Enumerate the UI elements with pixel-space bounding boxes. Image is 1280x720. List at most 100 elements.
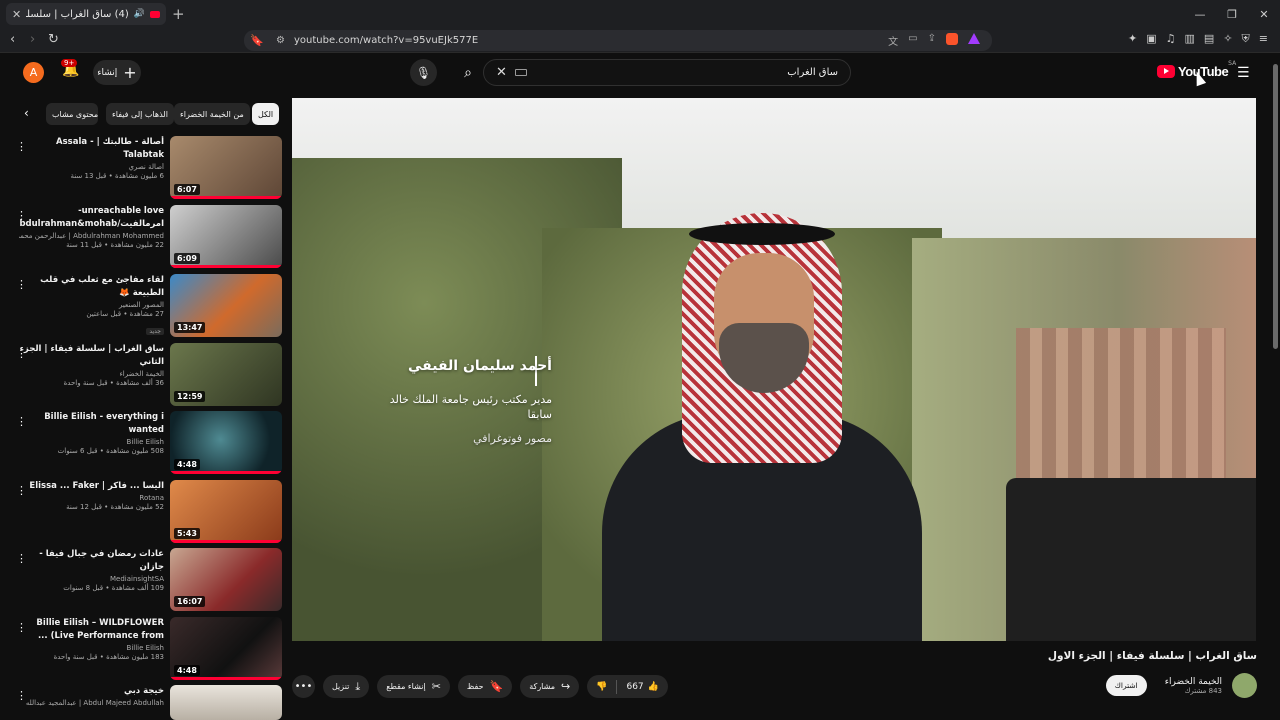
chip-all[interactable]: الكل bbox=[252, 103, 280, 125]
list-item[interactable]: ⋮ Billie Eilish – WILDFLOWER (Live Perfo… bbox=[10, 617, 282, 681]
channel-name[interactable]: Billie Eilish bbox=[19, 644, 164, 652]
music-icon[interactable]: ♫ bbox=[1166, 32, 1176, 46]
download-button[interactable]: تنزيل ⤓ bbox=[323, 675, 370, 698]
extensions-icon[interactable]: ✦ bbox=[1128, 32, 1137, 46]
channel-name[interactable]: Rotana bbox=[19, 494, 164, 502]
search-icon[interactable]: ⌕ bbox=[453, 59, 483, 86]
chevron-left-icon[interactable]: ‹ bbox=[24, 106, 29, 120]
translate-icon[interactable]: 文 bbox=[888, 33, 898, 48]
reload-icon[interactable]: ↻ bbox=[48, 32, 59, 47]
subscribe-button[interactable]: اشتراك bbox=[1105, 675, 1147, 696]
avatar[interactable]: A bbox=[23, 62, 44, 83]
video-title[interactable]: خيجة دبي bbox=[19, 685, 164, 698]
channel-name[interactable]: MediainsightSA bbox=[19, 575, 164, 583]
list-item[interactable]: ⋮ اليسا ... فاكر | Elissa ... Faker Rota… bbox=[10, 480, 282, 544]
search-input[interactable] bbox=[532, 67, 838, 78]
video-title[interactable]: لقاء مفاجئ مع ثعلب في قلب الطبيعة 🦊 bbox=[19, 274, 164, 300]
list-item[interactable]: ⋮ أصالة - طالبتك | Assala - Talabtak أصا… bbox=[10, 136, 282, 200]
channel-avatar[interactable] bbox=[1232, 673, 1257, 698]
chip-channel[interactable]: من الخيمة الخضراء bbox=[174, 103, 250, 125]
url-field[interactable]: 🔖 ⚙ youtube.com/watch?v=95vuEJk577E 文 ▭ … bbox=[244, 30, 992, 51]
watch-progress bbox=[170, 471, 282, 474]
bookmark-icon[interactable]: 🔖 bbox=[250, 34, 264, 47]
video-thumbnail[interactable]: 12:59 bbox=[170, 343, 282, 406]
video-meta: 52 مليون مشاهدة • قبل 12 سنة bbox=[66, 503, 164, 511]
watch-progress bbox=[170, 540, 282, 543]
video-thumbnail[interactable]: 6:07 bbox=[170, 136, 282, 199]
clip-button[interactable]: إنشاء مقطع ✂ bbox=[377, 675, 450, 698]
video-thumbnail[interactable]: 6:09 bbox=[170, 205, 282, 268]
watch-progress bbox=[170, 265, 282, 268]
video-title[interactable]: Billie Eilish - everything i wanted bbox=[19, 411, 164, 437]
speaker-icon[interactable]: 🔊 bbox=[134, 9, 145, 19]
new-badge: جديد bbox=[146, 328, 164, 335]
clear-search-icon[interactable]: ✕ bbox=[496, 65, 507, 80]
list-item[interactable]: ⋮ عادات رمضان في جبال فيفا - جازان Media… bbox=[10, 548, 282, 612]
duration-badge: 16:07 bbox=[174, 596, 206, 607]
back-icon[interactable]: ‹ bbox=[10, 32, 15, 47]
share-page-icon[interactable]: ⇪ bbox=[928, 33, 936, 48]
minimize-icon[interactable]: — bbox=[1184, 0, 1216, 28]
save-label: حفظ bbox=[466, 682, 484, 691]
channel-name[interactable]: الخيمة الخضراء bbox=[19, 370, 165, 378]
scrollbar-thumb[interactable] bbox=[1273, 64, 1278, 349]
channel-name[interactable]: المصور الصنعير bbox=[19, 301, 164, 309]
youtube-play-icon bbox=[1157, 65, 1175, 78]
video-title[interactable]: unreachable love- امرمالفيت/abdulrahman&… bbox=[19, 205, 164, 231]
list-item[interactable]: ⋮ ساق الغراب | سلسلة فيفاء | الجزء الثان… bbox=[10, 343, 282, 407]
video-title[interactable]: Billie Eilish – WILDFLOWER (Live Perform… bbox=[19, 617, 164, 643]
video-title[interactable]: ساق الغراب | سلسلة فيفاء | الجزء الثاني bbox=[19, 343, 164, 369]
speaker-name: أحمد سليمان الفيفي bbox=[408, 358, 552, 374]
chip-fifa[interactable]: الذهاب إلى فيفاء bbox=[106, 103, 174, 125]
screenshot-icon[interactable]: ▣ bbox=[1146, 32, 1156, 46]
dislike-button[interactable]: 👎 bbox=[587, 682, 616, 692]
notifications-bell-icon[interactable]: 🔔 9+ bbox=[61, 59, 79, 78]
video-thumbnail[interactable] bbox=[170, 685, 282, 720]
site-info-icon[interactable]: ⚙ bbox=[276, 35, 285, 46]
brave-shields-icon[interactable] bbox=[946, 33, 958, 45]
list-item[interactable]: ⋮ unreachable love- امرمالفيت/abdulrahma… bbox=[10, 205, 282, 269]
video-title[interactable]: عادات رمضان في جبال فيفا - جازان bbox=[19, 548, 164, 574]
channel-name[interactable]: Abdulrahman Mohammed | عبدالرحمن محمد bbox=[19, 232, 164, 240]
video-title[interactable]: أصالة - طالبتك | Assala - Talabtak bbox=[19, 136, 164, 162]
keyboard-icon[interactable] bbox=[514, 69, 527, 76]
list-item[interactable]: ⋮ خيجة دبي Abdul Majeed Abdullah | عبدال… bbox=[10, 685, 282, 720]
vpn-icon[interactable]: ⛨ bbox=[1242, 32, 1250, 46]
create-button[interactable]: إنشاء + bbox=[93, 60, 141, 85]
close-window-icon[interactable]: ✕ bbox=[1248, 0, 1280, 28]
video-thumbnail[interactable]: 5:43 bbox=[170, 480, 282, 543]
like-button[interactable]: 667 👍 bbox=[617, 682, 667, 692]
brave-rewards-icon[interactable] bbox=[968, 33, 980, 44]
channel-name[interactable]: Abdul Majeed Abdullah | عبدالمجيد عبدالل… bbox=[19, 699, 164, 707]
video-thumbnail[interactable]: 13:47 bbox=[170, 274, 282, 337]
hamburger-menu-icon[interactable]: ☰ bbox=[1237, 65, 1250, 81]
video-player[interactable]: أحمد سليمان الفيفي مدير مكتب رئيس جامعة … bbox=[292, 98, 1256, 641]
restore-icon[interactable]: ❐ bbox=[1216, 0, 1248, 28]
share-button[interactable]: مشاركة ↪ bbox=[520, 675, 580, 698]
forward-icon[interactable]: › bbox=[30, 32, 35, 47]
browser-menu-icon[interactable]: ≡ bbox=[1259, 32, 1268, 46]
browser-tab[interactable]: 🔊 (4) ساق الغراب | سلسلة فيفاء ✕ bbox=[6, 3, 166, 25]
new-tab-icon[interactable]: + bbox=[172, 5, 185, 23]
list-item[interactable]: ⋮ Billie Eilish - everything i wanted Bi… bbox=[10, 411, 282, 475]
voice-search-icon[interactable]: 🎙 bbox=[410, 59, 437, 86]
close-tab-icon[interactable]: ✕ bbox=[12, 8, 21, 21]
sidebar-icon[interactable]: ▥ bbox=[1185, 32, 1195, 46]
video-title[interactable]: اليسا ... فاكر | Elissa ... Faker bbox=[19, 480, 164, 493]
video-frame-camera bbox=[1006, 478, 1256, 641]
video-thumbnail[interactable]: 16:07 bbox=[170, 548, 282, 611]
list-item[interactable]: ⋮ لقاء مفاجئ مع ثعلب في قلب الطبيعة 🦊 ال… bbox=[10, 274, 282, 338]
wallet-icon[interactable]: ▤ bbox=[1204, 32, 1214, 46]
create-label: إنشاء bbox=[97, 67, 118, 78]
channel-name[interactable]: الخيمة الخضراء bbox=[1165, 677, 1222, 687]
cast-icon[interactable]: ▭ bbox=[908, 33, 917, 48]
leo-icon[interactable]: ✧ bbox=[1223, 32, 1232, 46]
more-actions-icon[interactable]: ••• bbox=[292, 675, 315, 698]
duration-badge: 4:48 bbox=[174, 459, 200, 470]
chip-related[interactable]: محتوى مشاب bbox=[46, 103, 98, 125]
video-thumbnail[interactable]: 4:48 bbox=[170, 617, 282, 680]
save-button[interactable]: حفظ 🔖 bbox=[457, 675, 513, 698]
channel-name[interactable]: Billie Eilish bbox=[19, 438, 164, 446]
channel-name[interactable]: أصالة نصري bbox=[19, 163, 165, 171]
video-thumbnail[interactable]: 4:48 bbox=[170, 411, 282, 474]
